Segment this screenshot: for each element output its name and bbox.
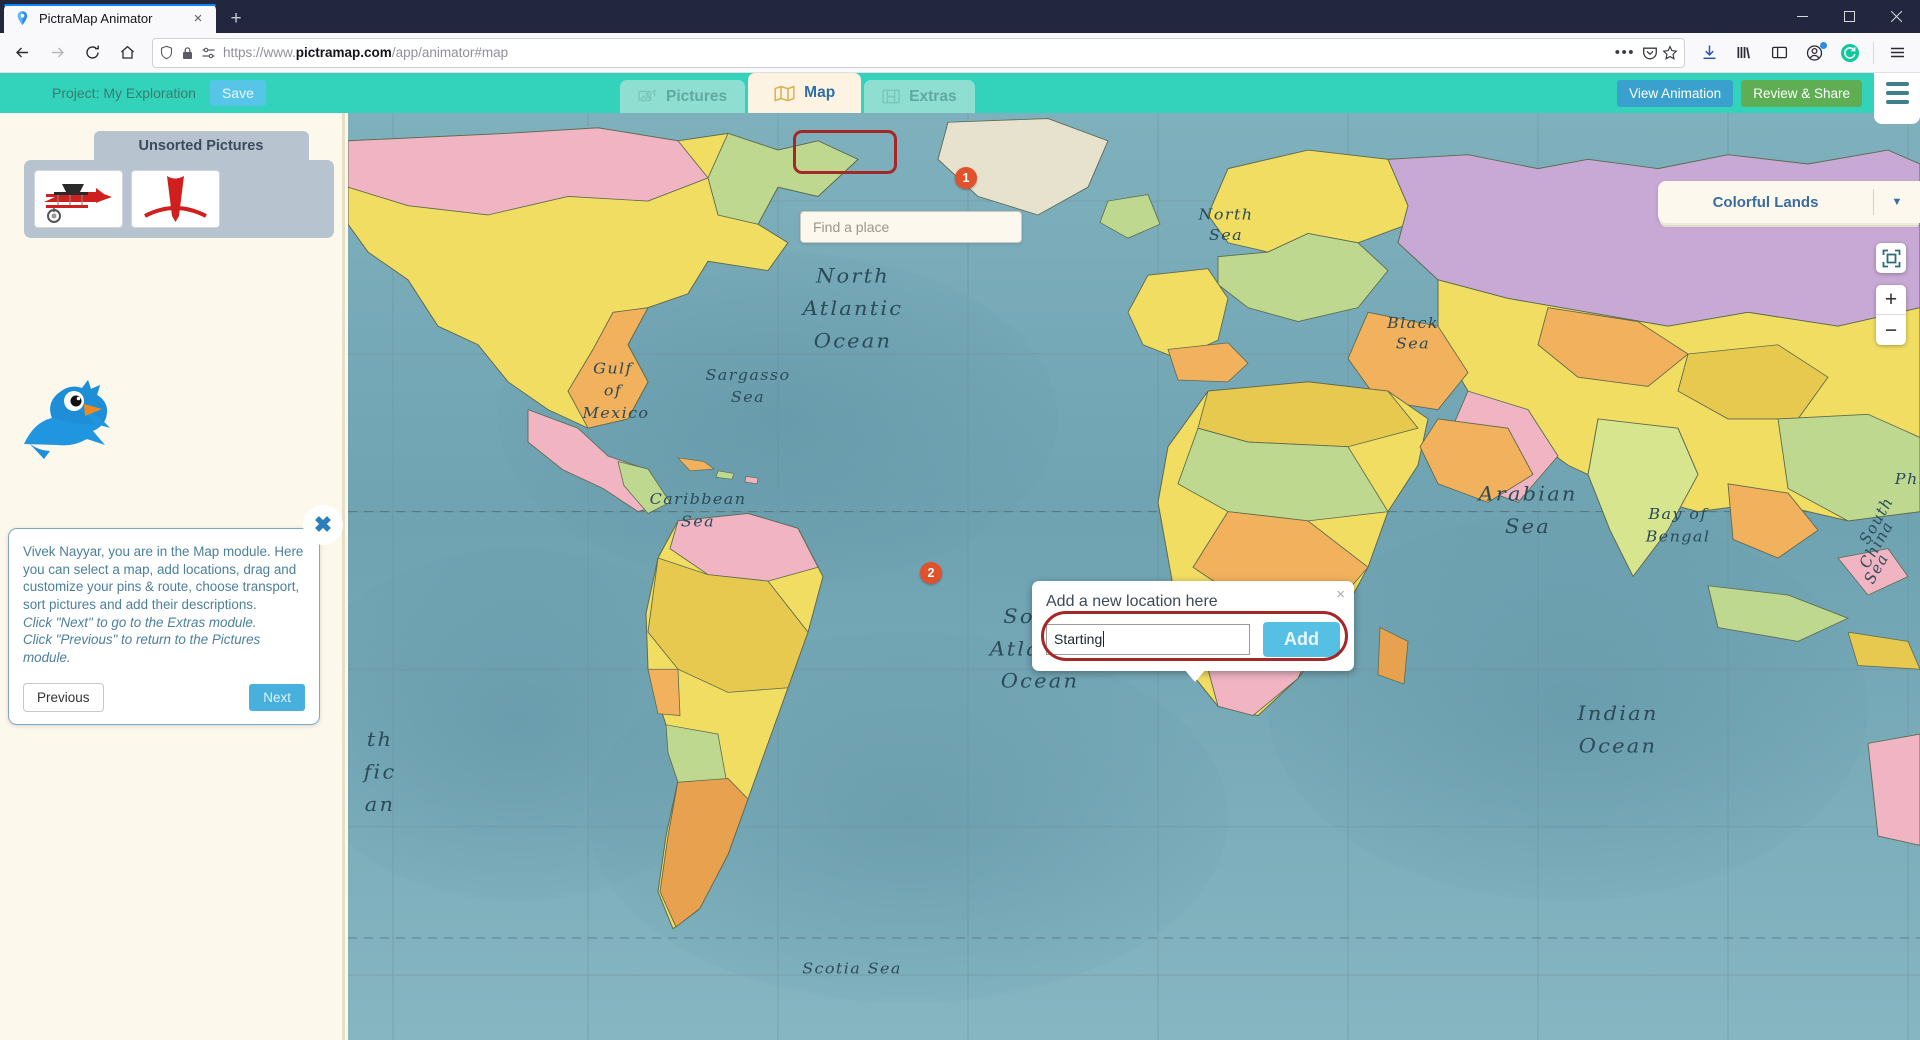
app-header: Project: My Exploration Save Pictures: [0, 73, 1920, 113]
tab-map[interactable]: Map: [748, 73, 861, 113]
url-text[interactable]: https://www.pictramap.com/app/animator#m…: [223, 45, 1605, 60]
browser-navbar: https://www.pictramap.com/app/animator#m…: [0, 33, 1920, 73]
chevron-down-icon[interactable]: ▼: [1874, 196, 1920, 208]
previous-button[interactable]: Previous: [23, 683, 104, 712]
home-icon[interactable]: [111, 37, 144, 69]
zoom-out-button[interactable]: −: [1876, 315, 1906, 345]
zoom-controls: + −: [1876, 285, 1906, 345]
back-arrow-icon[interactable]: [6, 37, 39, 69]
add-location-popup: × Add a new location here Starting Add: [1032, 581, 1354, 671]
close-icon[interactable]: ×: [188, 9, 208, 29]
save-button[interactable]: Save: [210, 80, 266, 106]
add-location-row: Starting Add: [1046, 622, 1340, 657]
tutorial-text-next: Click "Next" to go to the Extras module.: [23, 614, 305, 632]
forward-arrow-icon: [41, 37, 74, 69]
tutorial-buttons: Previous Next: [23, 683, 305, 712]
maximize-icon[interactable]: [1826, 0, 1873, 33]
browser-tab[interactable]: PictraMap Animator ×: [4, 4, 216, 33]
library-icon[interactable]: [1728, 37, 1761, 69]
map-icon: [774, 85, 795, 102]
next-button[interactable]: Next: [249, 684, 305, 711]
film-icon: [882, 88, 900, 105]
add-location-title: Add a new location here: [1046, 593, 1340, 611]
tab-extras[interactable]: Extras: [864, 80, 974, 113]
tutorial-text-previous: Click "Previous" to return to the Pictur…: [23, 631, 305, 666]
text-cursor: [1103, 631, 1104, 647]
view-animation-button[interactable]: View Animation: [1617, 80, 1733, 107]
permissions-icon[interactable]: [201, 46, 216, 60]
module-tabs: Pictures Map: [620, 73, 978, 113]
download-icon[interactable]: [1693, 37, 1726, 69]
world-map-svg: [348, 113, 1920, 1040]
find-a-place-input[interactable]: Find a place: [800, 211, 1022, 243]
tab-map-label: Map: [804, 84, 835, 102]
account-icon[interactable]: [1798, 37, 1831, 69]
browser-window: PictraMap Animator × +: [0, 0, 1920, 1040]
browser-toolbar-icons: [1693, 37, 1914, 69]
app-menu-icon[interactable]: [1881, 37, 1914, 69]
map-style-name: Colorful Lands: [1658, 194, 1873, 211]
browser-tab-title: PictraMap Animator: [39, 11, 180, 26]
toolbar-divider: [1873, 42, 1874, 64]
project-label: Project: My Exploration: [52, 85, 196, 101]
zoom-in-button[interactable]: +: [1876, 285, 1906, 315]
unsorted-pictures-tray[interactable]: [24, 160, 334, 238]
window-controls: [1779, 0, 1920, 33]
close-icon[interactable]: [1873, 0, 1920, 33]
tab-pictures[interactable]: Pictures: [620, 80, 745, 113]
red-arrow-pin-thumbnail[interactable]: [131, 170, 220, 228]
tab-pictures-label: Pictures: [666, 88, 727, 106]
tab-strip: PictraMap Animator × +: [0, 0, 252, 33]
minimize-icon[interactable]: [1779, 0, 1826, 33]
lock-icon[interactable]: [181, 46, 194, 60]
add-button[interactable]: Add: [1263, 622, 1340, 657]
left-sidebar: Unsorted Pictures: [0, 113, 345, 1040]
map-style-selector[interactable]: Colorful Lands ▼: [1658, 181, 1920, 223]
address-bar-actions: •••: [1612, 45, 1678, 61]
find-a-place-placeholder: Find a place: [813, 219, 889, 235]
unsorted-pictures-title: Unsorted Pictures: [94, 131, 309, 161]
close-icon[interactable]: ✖: [303, 505, 343, 545]
new-tab-button[interactable]: +: [220, 4, 252, 33]
hamburger-menu-icon[interactable]: [1874, 73, 1920, 124]
tab-extras-label: Extras: [909, 88, 956, 106]
close-icon[interactable]: ×: [1336, 586, 1345, 603]
tutorial-tooltip: ✖ Vivek Nayyar, you are in the Map modul…: [8, 528, 320, 725]
map-canvas[interactable]: North Atlantic Ocean Sargasso Sea Gulf o…: [348, 113, 1920, 1040]
popup-pointer: [1184, 669, 1206, 682]
tutorial-text-main: Vivek Nayyar, you are in the Map module.…: [23, 543, 305, 614]
map-pin-icon: [14, 10, 31, 27]
page-actions-icon[interactable]: •••: [1612, 45, 1638, 60]
app-header-actions: View Animation Review & Share: [1617, 73, 1920, 113]
pictures-icon: [638, 88, 657, 105]
fullscreen-icon[interactable]: [1876, 243, 1906, 273]
shield-icon[interactable]: [159, 45, 174, 60]
pictramap-app: North Atlantic Ocean Sargasso Sea Gulf o…: [0, 73, 1920, 1040]
location-name-value: Starting: [1054, 631, 1102, 647]
blue-bird-mascot: [16, 358, 126, 463]
address-bar[interactable]: https://www.pictramap.com/app/animator#m…: [152, 38, 1685, 68]
step-badge-2: 2: [920, 562, 942, 584]
sidebar-icon[interactable]: [1763, 37, 1796, 69]
pocket-icon[interactable]: [1642, 45, 1658, 61]
red-biplane-thumbnail[interactable]: [34, 170, 123, 228]
reload-icon[interactable]: [76, 37, 109, 69]
location-name-input[interactable]: Starting: [1046, 624, 1250, 655]
step-badge-1: 1: [955, 167, 977, 189]
review-share-button[interactable]: Review & Share: [1741, 80, 1862, 107]
extension-icon[interactable]: [1833, 37, 1866, 69]
star-icon[interactable]: [1662, 45, 1678, 61]
browser-titlebar: PictraMap Animator × +: [0, 0, 1920, 33]
